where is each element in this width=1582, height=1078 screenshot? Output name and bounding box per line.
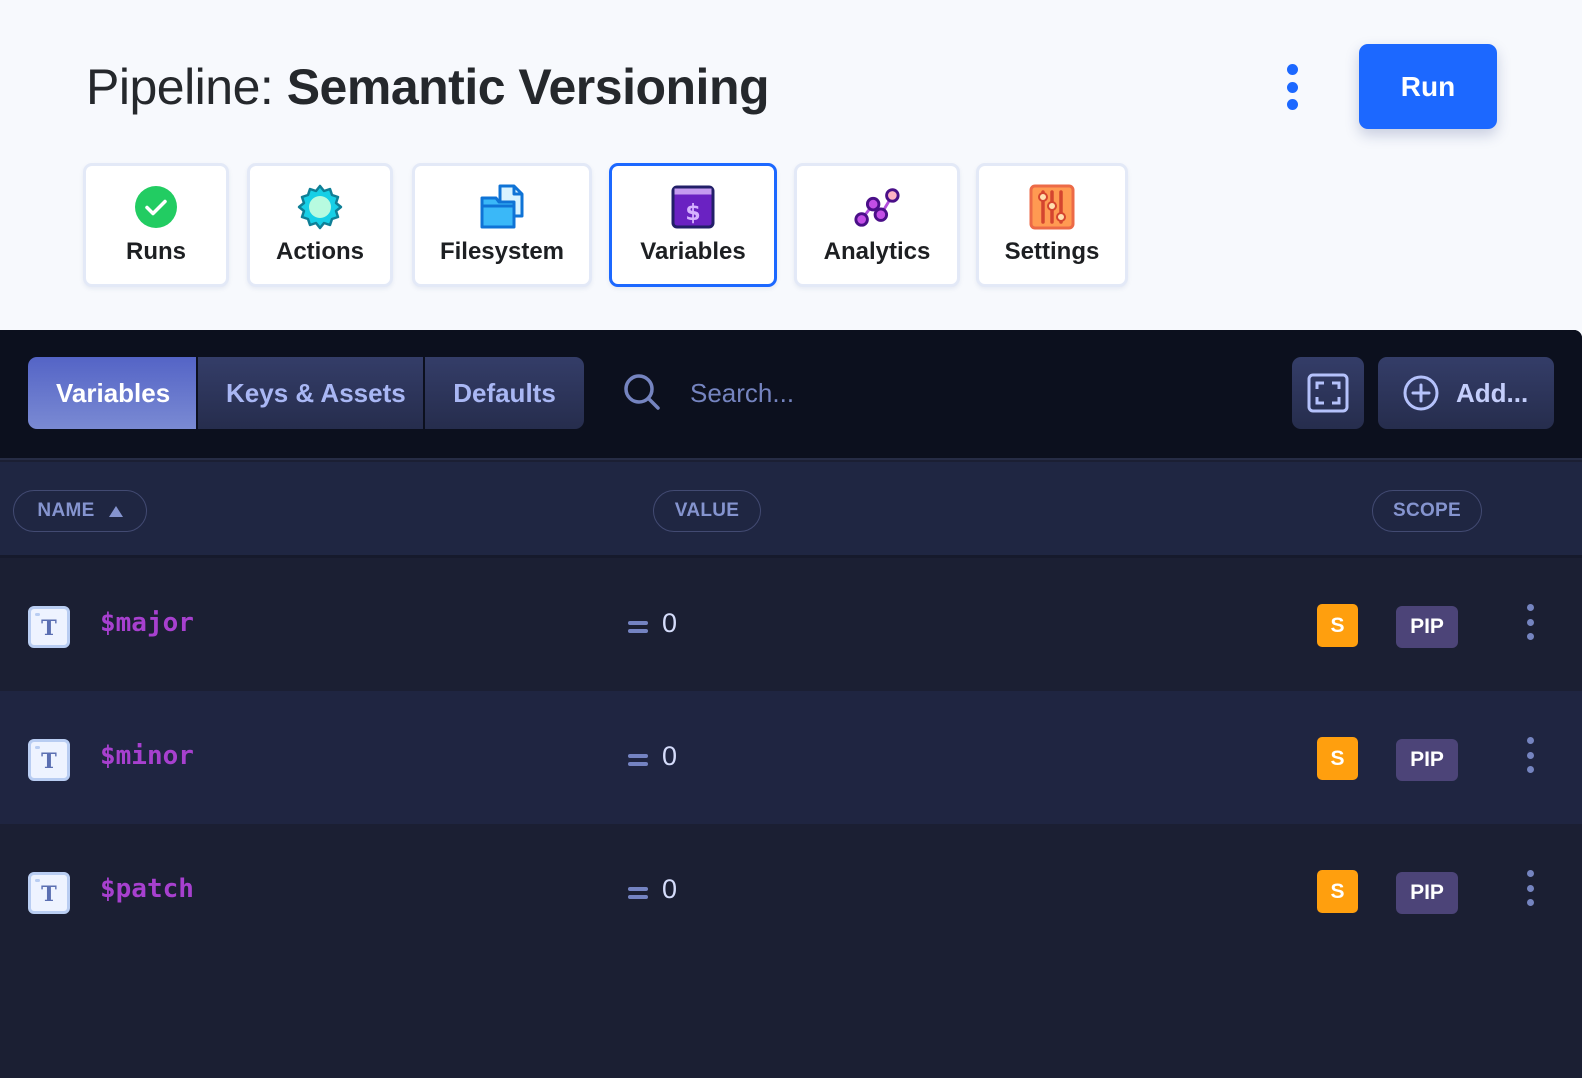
kebab-dot xyxy=(1286,99,1298,110)
svg-text:$: $ xyxy=(685,201,700,226)
row-menu-button[interactable] xyxy=(1523,870,1537,906)
search-icon xyxy=(624,374,660,410)
kebab-dot xyxy=(1526,751,1534,759)
text-type-icon: T xyxy=(28,872,70,914)
sliders-icon xyxy=(1028,183,1076,231)
kebab-dot xyxy=(1526,899,1534,906)
tab-defaults[interactable]: Defaults xyxy=(425,357,584,429)
equals-icon xyxy=(628,887,648,899)
type-glyph: T xyxy=(41,748,57,773)
scope-badge: PIP xyxy=(1396,872,1458,914)
nav-card-label: Settings xyxy=(1004,238,1100,265)
kebab-vertical-icon xyxy=(1526,604,1534,611)
text-type-icon: T xyxy=(28,606,70,648)
fullscreen-button[interactable] xyxy=(1292,357,1364,429)
type-glyph: T xyxy=(41,615,57,640)
sort-ascending-icon xyxy=(108,505,123,517)
nav-card-label: Filesystem xyxy=(439,238,565,265)
variable-value[interactable]: 0 xyxy=(662,608,677,639)
check-circle-icon xyxy=(132,183,180,231)
variables-panel: Variables Keys & Assets Defaults Add... … xyxy=(0,330,1582,1078)
run-button[interactable]: Run xyxy=(1359,44,1497,129)
table-header: NAME VALUE SCOPE xyxy=(0,462,1582,558)
nav-card-runs[interactable]: Runs xyxy=(83,163,229,287)
line-chart-nodes-icon xyxy=(853,183,901,231)
nav-card-actions[interactable]: Actions xyxy=(247,163,393,287)
variable-value[interactable]: 0 xyxy=(662,741,677,772)
kebab-vertical-icon xyxy=(1286,64,1298,75)
table-row[interactable]: T $minor 0 S PIP xyxy=(0,691,1582,824)
folder-file-icon xyxy=(478,183,526,231)
page-title: Pipeline: Semantic Versioning xyxy=(86,58,770,116)
pipeline-name: Semantic Versioning xyxy=(286,59,770,115)
column-label: VALUE xyxy=(674,500,740,521)
nav-card-settings[interactable]: Settings xyxy=(976,163,1128,287)
nav-card-filesystem[interactable]: Filesystem xyxy=(412,163,592,287)
secret-badge: S xyxy=(1317,870,1358,913)
text-type-icon: T xyxy=(28,739,70,781)
column-label: NAME xyxy=(37,500,95,521)
column-label: SCOPE xyxy=(1392,500,1462,521)
kebab-dot xyxy=(1286,81,1298,93)
variable-name[interactable]: $major xyxy=(100,608,194,638)
row-menu-button[interactable] xyxy=(1523,737,1537,773)
table-row[interactable]: T $major 0 S PIP xyxy=(0,558,1582,691)
variable-value[interactable]: 0 xyxy=(662,874,677,905)
variable-name[interactable]: $patch xyxy=(100,874,194,904)
more-options-button[interactable] xyxy=(1285,64,1299,110)
column-header-name[interactable]: NAME xyxy=(13,490,147,532)
gear-icon xyxy=(296,183,344,231)
kebab-vertical-icon xyxy=(1526,737,1534,744)
panel-toolbar: Variables Keys & Assets Defaults Add... xyxy=(0,330,1582,460)
type-glyph: T xyxy=(41,881,57,906)
variable-name[interactable]: $minor xyxy=(100,741,194,771)
nav-card-label: Actions xyxy=(275,238,364,265)
kebab-dot xyxy=(1526,766,1534,773)
column-header-value[interactable]: VALUE xyxy=(653,490,761,532)
fullscreen-icon xyxy=(1307,373,1349,413)
tab-keys-assets[interactable]: Keys & Assets xyxy=(198,357,423,429)
secret-badge: S xyxy=(1317,737,1358,780)
column-header-scope[interactable]: SCOPE xyxy=(1372,490,1482,532)
search-input[interactable] xyxy=(690,370,1210,416)
title-prefix: Pipeline: xyxy=(86,59,274,115)
equals-icon xyxy=(628,754,648,766)
page-header: Pipeline: Semantic Versioning Run Runs A… xyxy=(0,0,1582,330)
tab-variables[interactable]: Variables xyxy=(28,357,196,429)
equals-icon xyxy=(628,621,648,633)
plus-circle-icon xyxy=(1403,375,1439,411)
variable-type-tabs: Variables Keys & Assets Defaults xyxy=(28,357,584,429)
dollar-window-icon: $ xyxy=(669,183,717,231)
secret-badge: S xyxy=(1317,604,1358,647)
scope-badge: PIP xyxy=(1396,739,1458,781)
nav-card-variables[interactable]: $ Variables xyxy=(609,163,777,287)
nav-card-label: Runs xyxy=(126,238,186,265)
kebab-dot xyxy=(1526,633,1534,640)
scope-badge: PIP xyxy=(1396,606,1458,648)
kebab-dot xyxy=(1526,618,1534,626)
nav-card-analytics[interactable]: Analytics xyxy=(794,163,960,287)
kebab-dot xyxy=(1526,884,1534,892)
kebab-vertical-icon xyxy=(1526,870,1534,877)
add-label: Add... xyxy=(1456,377,1529,408)
nav-card-label: Variables xyxy=(640,238,746,265)
nav-card-label: Analytics xyxy=(823,238,931,265)
row-menu-button[interactable] xyxy=(1523,604,1537,640)
add-variable-button[interactable]: Add... xyxy=(1378,357,1554,429)
table-row[interactable]: T $patch 0 S PIP xyxy=(0,824,1582,957)
